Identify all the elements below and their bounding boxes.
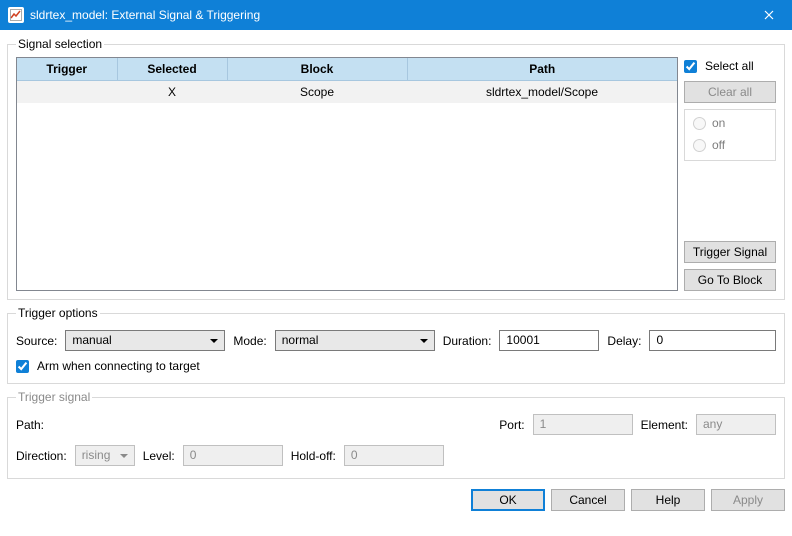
duration-label: Duration: <box>443 334 492 348</box>
level-input: 0 <box>183 445 283 466</box>
on-off-group: on off <box>684 109 776 161</box>
cell-path: sldrtex_model/Scope <box>407 81 677 104</box>
direction-dropdown-value: rising <box>82 448 111 462</box>
direction-label: Direction: <box>16 449 67 463</box>
duration-input[interactable]: 10001 <box>499 330 599 351</box>
signal-selection-legend: Signal selection <box>16 37 104 51</box>
mode-label: Mode: <box>233 334 266 348</box>
cell-selected: X <box>117 81 227 104</box>
cancel-button[interactable]: Cancel <box>551 489 625 511</box>
trigger-options-group: Trigger options Source: manual Mode: nor… <box>7 306 785 384</box>
path-label: Path: <box>16 418 44 432</box>
level-label: Level: <box>143 449 175 463</box>
holdoff-label: Hold-off: <box>291 449 336 463</box>
delay-label: Delay: <box>607 334 641 348</box>
source-dropdown[interactable]: manual <box>65 330 225 351</box>
port-input: 1 <box>533 414 633 435</box>
source-dropdown-value: manual <box>72 333 111 347</box>
direction-dropdown: rising <box>75 445 135 466</box>
table-header-row: Trigger Selected Block Path <box>17 58 677 81</box>
table-row[interactable]: X Scope sldrtex_model/Scope <box>17 81 677 104</box>
signal-table[interactable]: Trigger Selected Block Path X Scope sldr… <box>16 57 678 291</box>
element-label: Element: <box>641 418 688 432</box>
off-label: off <box>712 138 725 152</box>
app-icon <box>8 7 24 23</box>
col-block[interactable]: Block <box>227 58 407 81</box>
close-icon <box>764 10 774 20</box>
trigger-signal-legend: Trigger signal <box>16 390 92 404</box>
ok-button[interactable]: OK <box>471 489 545 511</box>
side-column: Select all Clear all on off Trigger Sign… <box>684 57 776 291</box>
dialog-buttons: OK Cancel Help Apply <box>7 485 785 511</box>
delay-input[interactable]: 0 <box>649 330 776 351</box>
mode-dropdown[interactable]: normal <box>275 330 435 351</box>
close-button[interactable] <box>746 0 792 30</box>
arm-checkbox[interactable] <box>16 360 29 373</box>
col-path[interactable]: Path <box>407 58 677 81</box>
cell-block: Scope <box>227 81 407 104</box>
holdoff-input: 0 <box>344 445 444 466</box>
on-radio[interactable] <box>693 117 706 130</box>
off-radio[interactable] <box>693 139 706 152</box>
arm-label: Arm when connecting to target <box>37 359 200 373</box>
on-label: on <box>712 116 725 130</box>
element-input: any <box>696 414 776 435</box>
select-all-label: Select all <box>705 59 754 73</box>
trigger-signal-group: Trigger signal Path: Port: 1 Element: an… <box>7 390 785 479</box>
port-label: Port: <box>499 418 524 432</box>
cell-trigger <box>17 81 117 104</box>
go-to-block-button[interactable]: Go To Block <box>684 269 776 291</box>
select-all-checkbox[interactable] <box>684 60 697 73</box>
signal-selection-group: Signal selection Trigger Selected Block … <box>7 37 785 300</box>
window-title: sldrtex_model: External Signal & Trigger… <box>30 8 746 22</box>
trigger-options-legend: Trigger options <box>16 306 100 320</box>
trigger-signal-button[interactable]: Trigger Signal <box>684 241 776 263</box>
mode-dropdown-value: normal <box>282 333 319 347</box>
col-trigger[interactable]: Trigger <box>17 58 117 81</box>
help-button[interactable]: Help <box>631 489 705 511</box>
apply-button[interactable]: Apply <box>711 489 785 511</box>
col-selected[interactable]: Selected <box>117 58 227 81</box>
clear-all-button[interactable]: Clear all <box>684 81 776 103</box>
source-label: Source: <box>16 334 57 348</box>
titlebar: sldrtex_model: External Signal & Trigger… <box>0 0 792 30</box>
